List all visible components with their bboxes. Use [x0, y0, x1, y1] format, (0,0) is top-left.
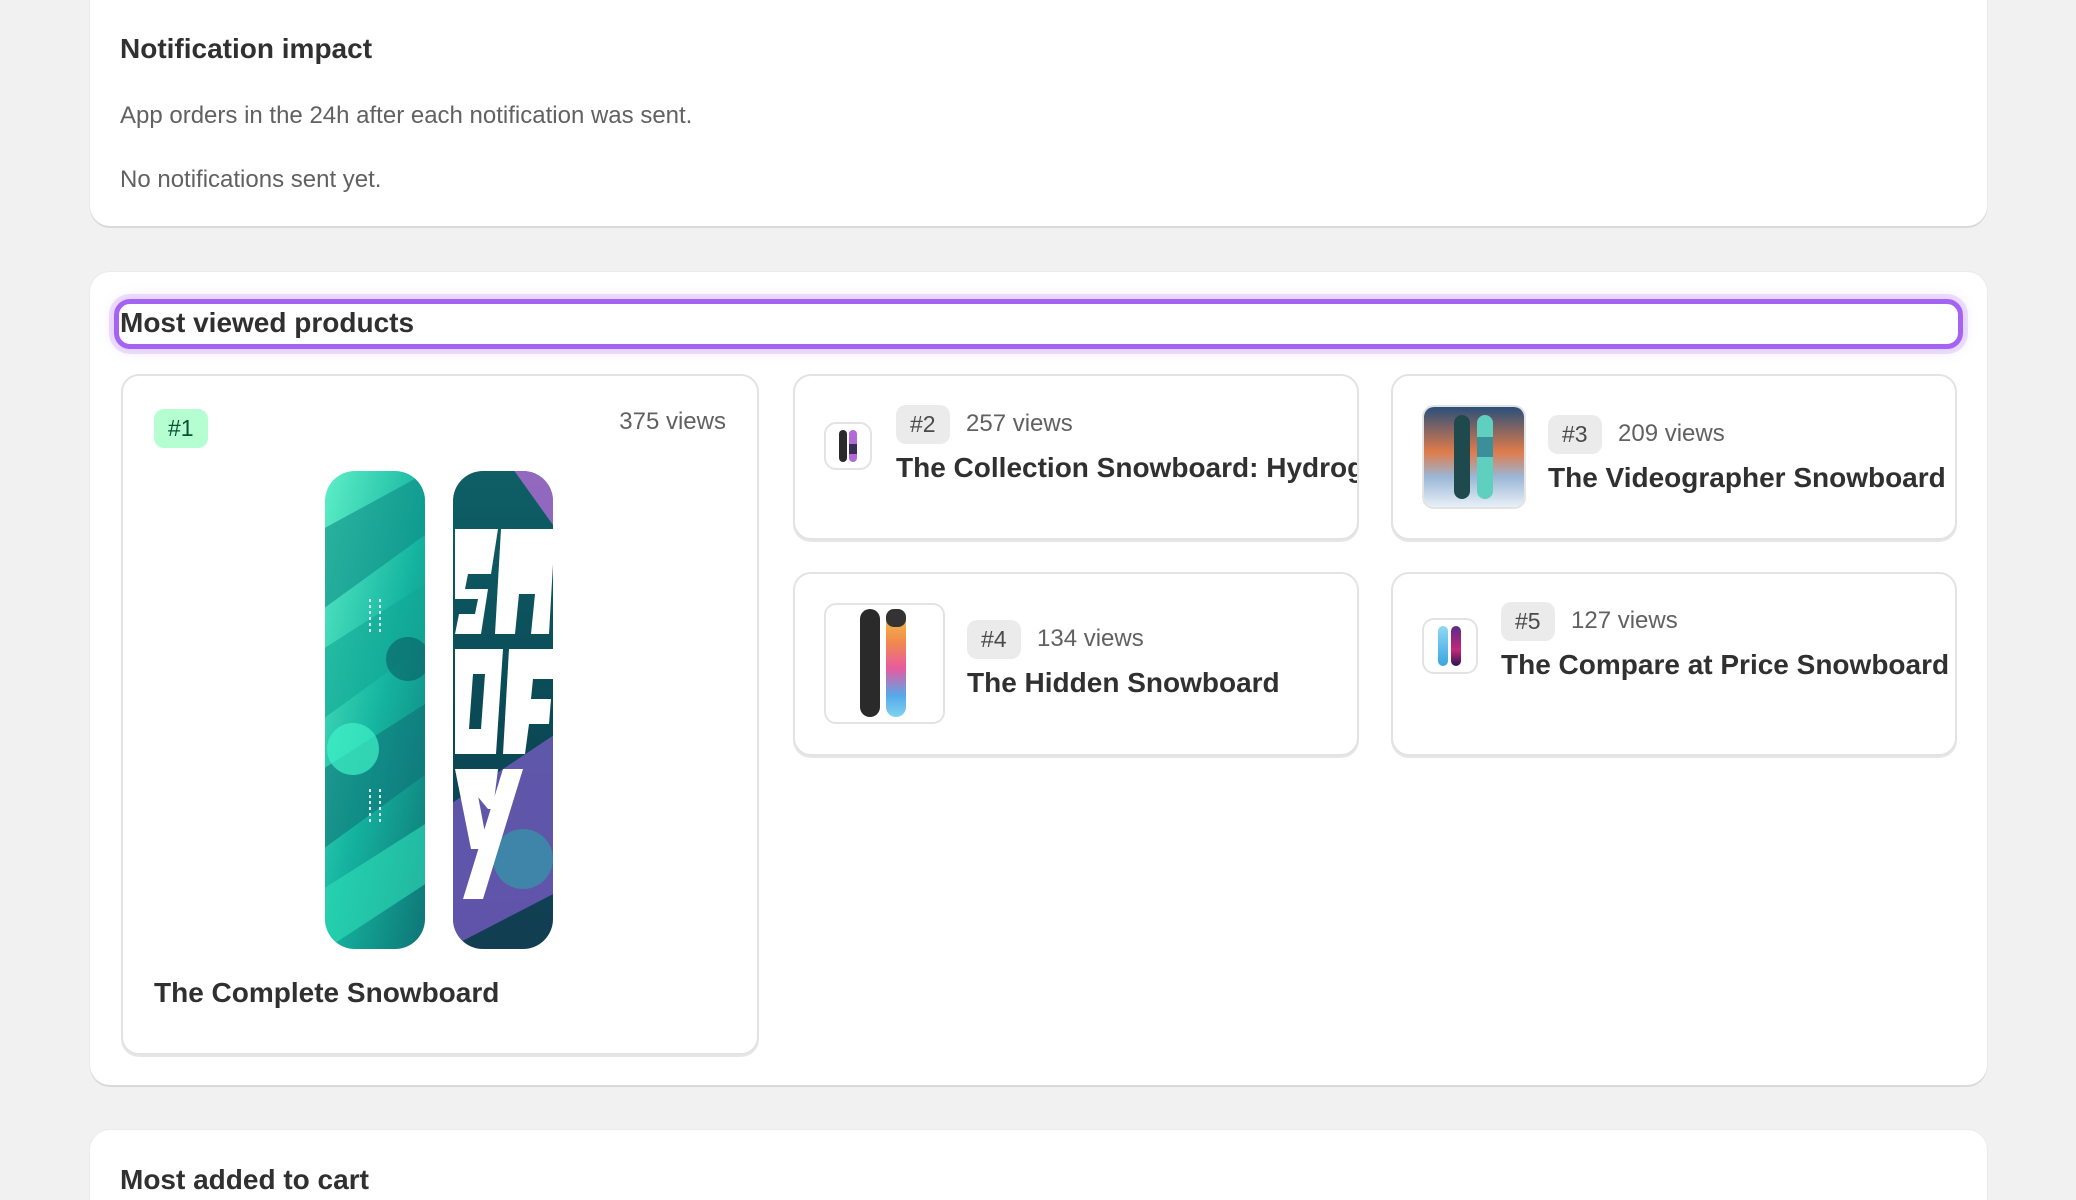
views-count: 257 views: [966, 410, 1073, 437]
notification-empty-state: No notifications sent yet.: [120, 166, 382, 193]
rank-badge: #1: [154, 409, 208, 448]
snowboard-image: [860, 609, 906, 717]
product-thumbnail: [1422, 405, 1526, 509]
page: Notification impact App orders in the 24…: [0, 0, 2076, 1200]
product-card-3[interactable]: #3 209 views The Videographer Snowboard: [1391, 374, 1957, 540]
most-viewed-title: Most viewed products: [120, 307, 415, 338]
rank-badge: #3: [1548, 415, 1602, 454]
rank-badge: #4: [967, 620, 1021, 659]
views-count: 134 views: [1037, 625, 1144, 652]
product-name[interactable]: The Collection Snowboard: Hydrogen: [896, 452, 1357, 484]
snowboard-image: [1424, 407, 1524, 507]
most-added-title: Most added to cart: [120, 1164, 369, 1195]
product-card-5[interactable]: #5 127 views The Compare at Price Snowbo…: [1391, 572, 1957, 756]
most-added-to-cart-card: Most added to cart: [90, 1130, 1987, 1200]
notification-impact-description: App orders in the 24h after each notific…: [120, 102, 693, 129]
snowboard-icon: [1438, 626, 1461, 666]
views-count: 209 views: [1618, 420, 1725, 447]
product-name[interactable]: The Complete Snowboard: [154, 977, 499, 1009]
notification-impact-card: Notification impact App orders in the 24…: [90, 0, 1987, 226]
snowboard-image: [325, 471, 553, 949]
product-name[interactable]: The Videographer Snowboard: [1548, 462, 1946, 494]
product-name[interactable]: The Compare at Price Snowboard: [1501, 649, 1949, 681]
views-count: 375 views: [619, 408, 726, 435]
product-card-2[interactable]: #2 257 views The Collection Snowboard: H…: [793, 374, 1359, 540]
rank-badge: #2: [896, 405, 950, 444]
views-count: 127 views: [1571, 607, 1678, 634]
product-thumbnail: [824, 422, 872, 470]
rank-badge: #5: [1501, 602, 1555, 641]
most-viewed-products-card: Most viewed products #1 375 views The Co…: [90, 272, 1987, 1085]
product-thumbnail: [1422, 618, 1478, 674]
snowboard-icon: [839, 430, 857, 462]
product-card-4[interactable]: #4 134 views The Hidden Snowboard: [793, 572, 1359, 756]
product-card-1[interactable]: #1 375 views The Complete Snowboard: [121, 374, 759, 1055]
product-name[interactable]: The Hidden Snowboard: [967, 667, 1280, 699]
product-thumbnail: [824, 603, 945, 724]
notification-impact-title: Notification impact: [120, 33, 373, 64]
